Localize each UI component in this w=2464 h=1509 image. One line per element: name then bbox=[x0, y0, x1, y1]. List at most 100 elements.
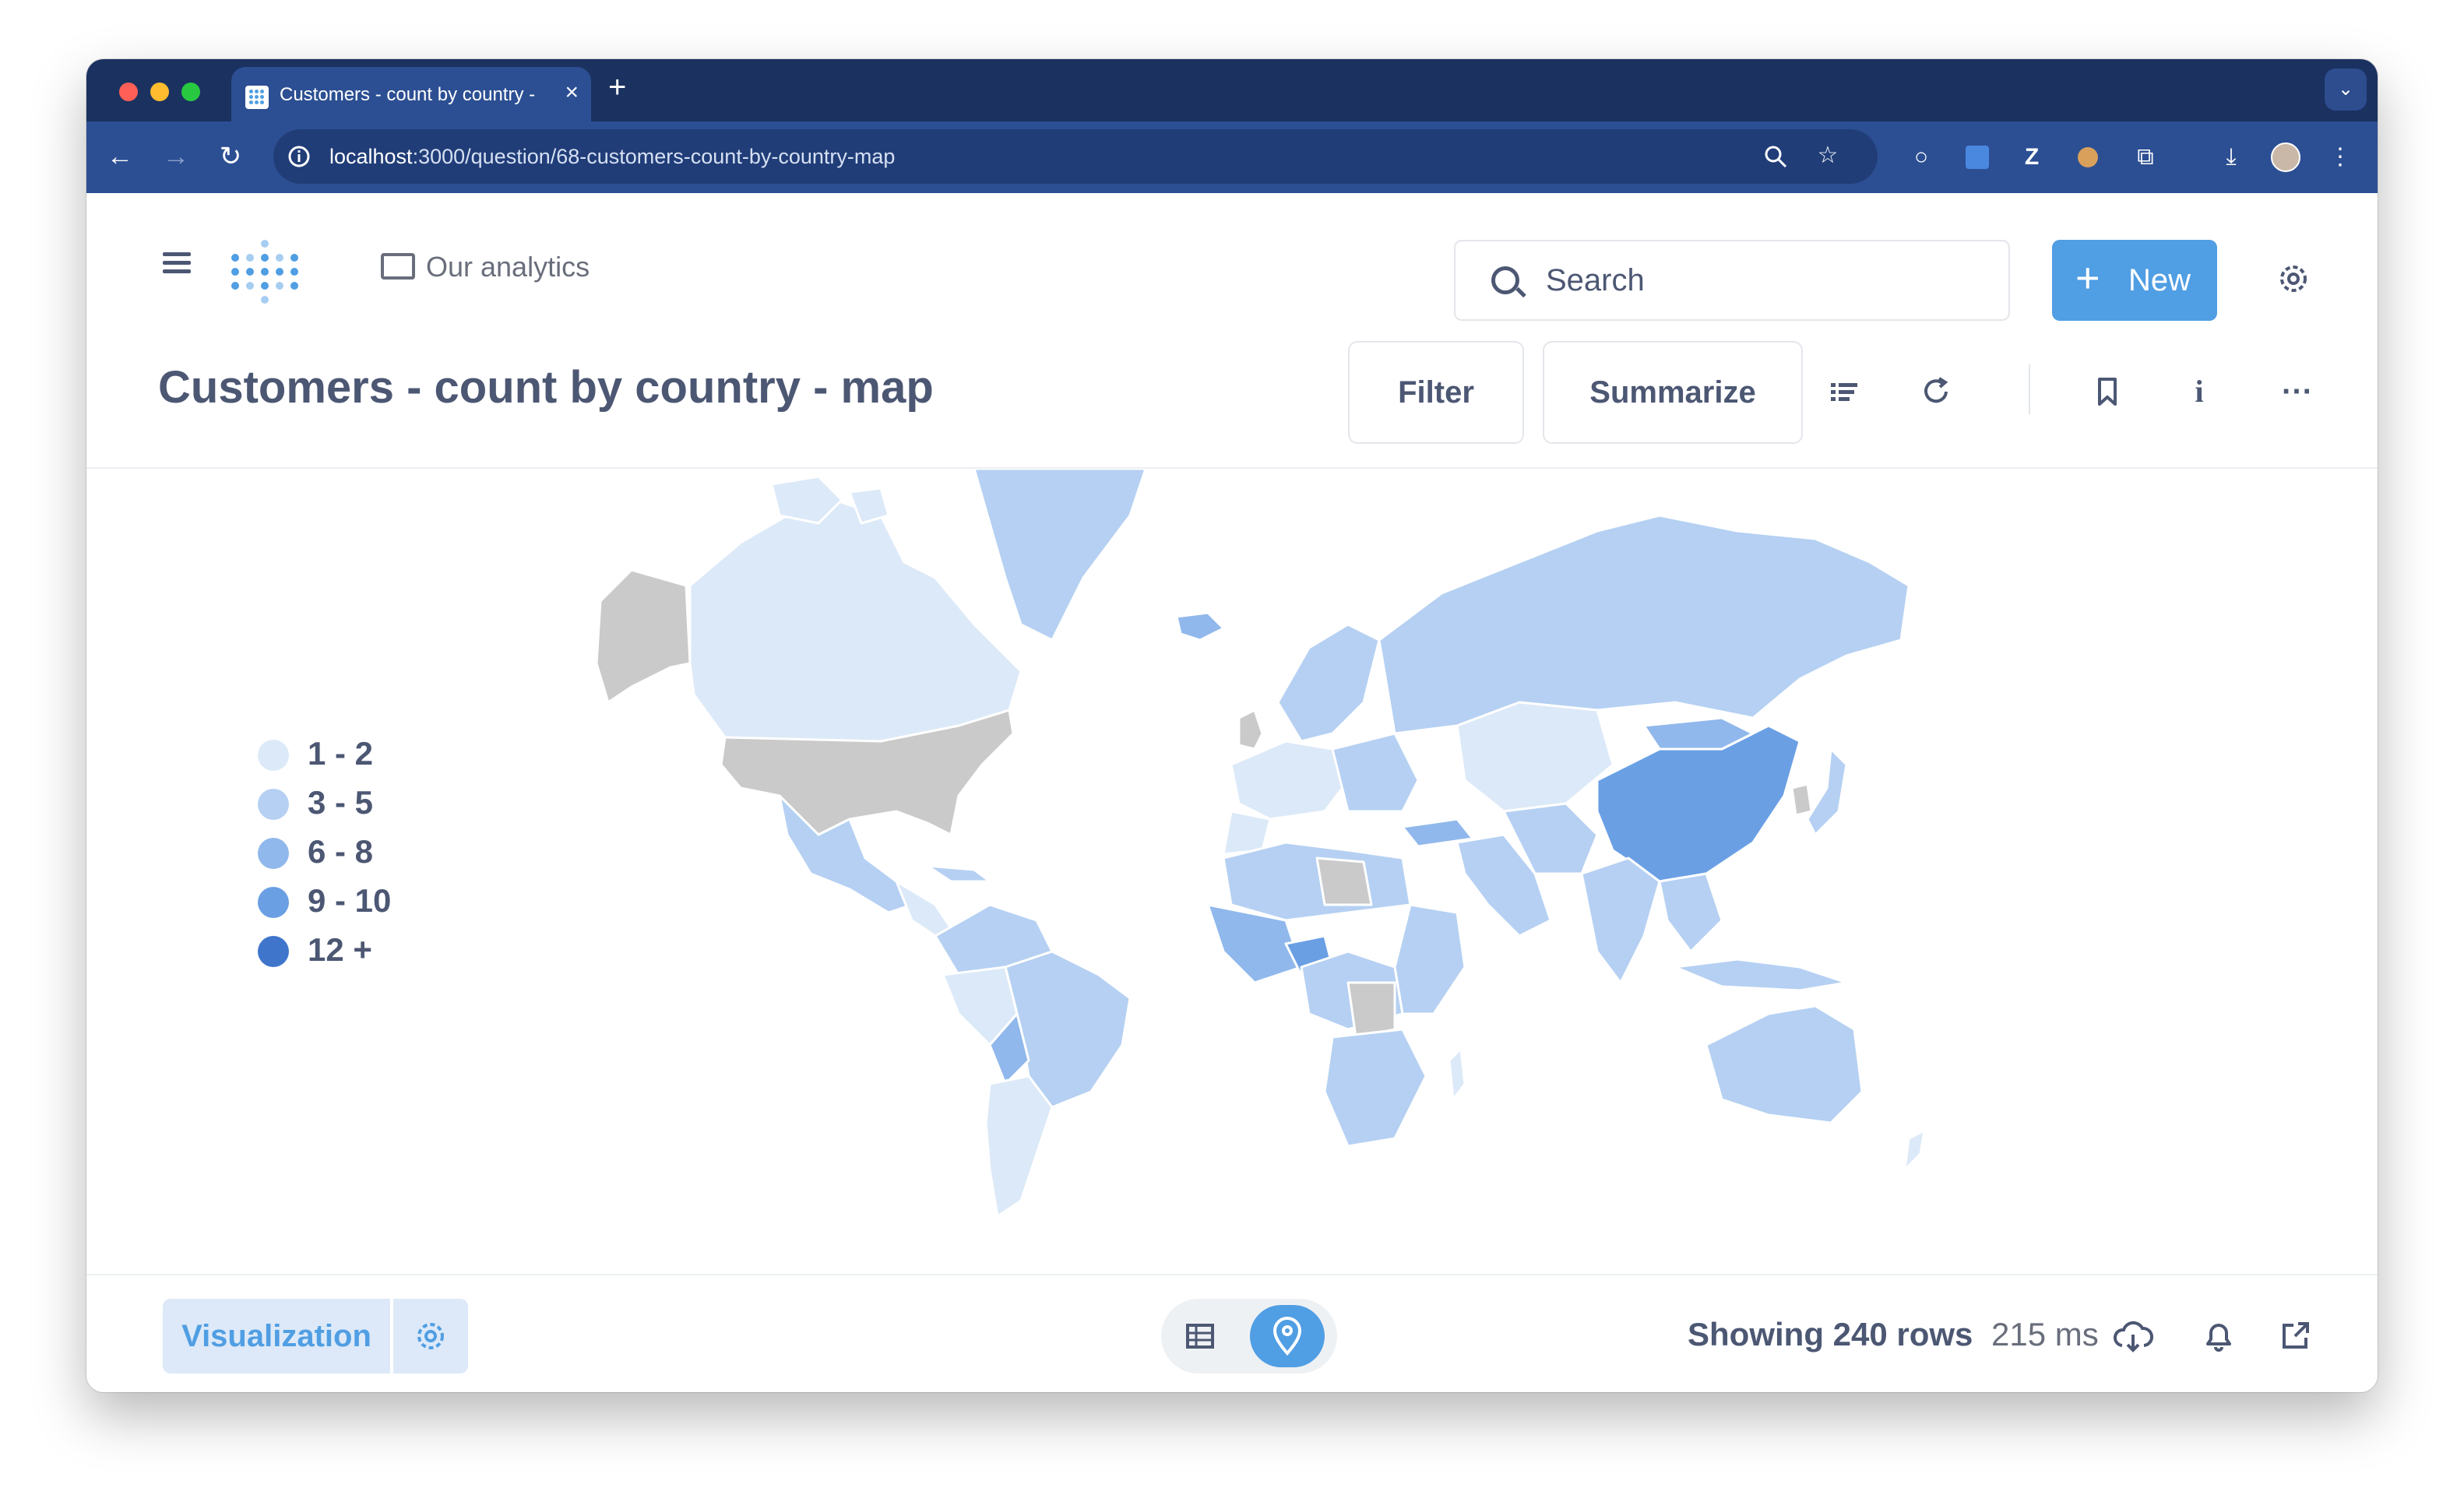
extensions-puzzle-icon[interactable]: ⧉ bbox=[2128, 140, 2163, 174]
info-icon[interactable]: i bbox=[2181, 374, 2217, 410]
region-western-europe[interactable] bbox=[1230, 740, 1350, 821]
new-button[interactable]: + New bbox=[2052, 240, 2217, 321]
site-info-icon[interactable] bbox=[287, 145, 311, 168]
region-libya[interactable] bbox=[1315, 857, 1373, 906]
visualization-settings-gear-icon bbox=[417, 1323, 444, 1349]
profile-avatar[interactable] bbox=[2269, 140, 2303, 174]
region-dr-congo[interactable] bbox=[1346, 981, 1396, 1039]
table-view-icon[interactable] bbox=[1183, 1319, 1217, 1353]
minimize-window-button[interactable] bbox=[150, 83, 169, 101]
region-indonesia[interactable] bbox=[1674, 958, 1848, 992]
extension-circle-icon[interactable]: ○ bbox=[1904, 140, 1938, 174]
legend-swatch bbox=[258, 789, 289, 820]
settings-gear-icon[interactable] bbox=[2276, 262, 2311, 296]
browser-toolbar: ← → ↻ localhost:3000/question/68-custome… bbox=[86, 121, 2378, 193]
region-alaska[interactable] bbox=[595, 568, 692, 704]
folder-icon bbox=[381, 253, 415, 280]
browser-tab-active[interactable]: Customers - count by country - map × bbox=[231, 67, 591, 121]
more-options-icon[interactable]: ··· bbox=[2279, 374, 2315, 410]
share-external-icon[interactable] bbox=[2273, 1314, 2317, 1358]
legend-swatch bbox=[258, 838, 289, 869]
search-icon bbox=[1491, 266, 1519, 294]
new-tab-button[interactable]: + bbox=[608, 70, 626, 105]
view-mode-toggle[interactable] bbox=[1161, 1299, 1337, 1374]
visualization-button[interactable]: Visualization bbox=[163, 1299, 390, 1374]
region-eastern-europe[interactable] bbox=[1331, 732, 1420, 813]
bookmark-icon[interactable] bbox=[2089, 374, 2125, 410]
close-window-button[interactable] bbox=[119, 83, 138, 101]
back-arrow-icon[interactable]: ← bbox=[102, 139, 138, 174]
legend-label: 12 + bbox=[308, 931, 372, 968]
forward-arrow-icon[interactable]: → bbox=[158, 139, 194, 174]
region-canada[interactable] bbox=[688, 498, 1023, 743]
search-label: Search bbox=[1546, 263, 1645, 297]
browser-window: Customers - count by country - map × + ⌄… bbox=[86, 59, 2378, 1392]
url-text[interactable]: localhost:3000/question/68-customers-cou… bbox=[329, 145, 895, 169]
region-southern-africa[interactable] bbox=[1323, 1028, 1427, 1148]
legend-label: 9 - 10 bbox=[308, 882, 392, 919]
region-india[interactable] bbox=[1580, 857, 1661, 984]
collection-name: Our analytics bbox=[426, 251, 590, 283]
row-count: Showing 240 rows bbox=[1688, 1316, 1973, 1352]
zotero-extension-icon[interactable]: Z bbox=[2015, 140, 2049, 174]
legend-label: 1 - 2 bbox=[308, 735, 374, 772]
region-southeast-asia[interactable] bbox=[1658, 872, 1723, 953]
collection-breadcrumb[interactable]: Our analytics bbox=[381, 251, 590, 283]
tab-title: Customers - count by country - map bbox=[280, 84, 537, 105]
download-results-icon[interactable] bbox=[2111, 1314, 2155, 1358]
tab-search-chevron-icon[interactable]: ⌄ bbox=[2325, 69, 2367, 111]
refresh-icon[interactable] bbox=[1918, 374, 1954, 410]
region-argentina-chile[interactable] bbox=[984, 1075, 1054, 1216]
region-madagascar[interactable] bbox=[1448, 1047, 1466, 1101]
region-iceland[interactable] bbox=[1175, 611, 1225, 642]
question-footer: Visualization Showing 240 rows 215 ms bbox=[86, 1274, 2378, 1392]
metabase-logo-icon[interactable] bbox=[231, 240, 298, 310]
zoom-window-button[interactable] bbox=[181, 83, 200, 101]
question-header: Customers - count by country - map Filte… bbox=[86, 333, 2378, 469]
plus-icon: + bbox=[2075, 255, 2100, 301]
app-header: Our analytics Search + New bbox=[86, 193, 2378, 333]
browser-tabstrip: Customers - count by country - map × + ⌄ bbox=[86, 59, 2378, 121]
question-title[interactable]: Customers - count by country - map bbox=[158, 361, 934, 413]
region-scandinavia[interactable] bbox=[1276, 623, 1381, 743]
new-button-label: New bbox=[2128, 263, 2191, 297]
bookmark-star-icon[interactable]: ☆ bbox=[1811, 139, 1845, 173]
legend-swatch bbox=[258, 740, 289, 771]
region-north-africa[interactable] bbox=[1222, 841, 1412, 922]
region-central-asia[interactable] bbox=[1456, 701, 1614, 813]
legend-swatch bbox=[258, 936, 289, 967]
cookie-extension-icon[interactable] bbox=[2071, 140, 2105, 174]
region-new-zealand[interactable] bbox=[1903, 1129, 1926, 1171]
summarize-button[interactable]: Summarize bbox=[1543, 341, 1803, 444]
zoom-icon[interactable] bbox=[1762, 143, 1789, 170]
alert-bell-icon[interactable] bbox=[2197, 1314, 2240, 1358]
region-greenland[interactable] bbox=[973, 469, 1147, 642]
map-pin-icon bbox=[1272, 1317, 1302, 1356]
search-bar[interactable]: Search bbox=[1454, 240, 2010, 321]
visualization-settings-button[interactable] bbox=[393, 1299, 468, 1374]
region-central-america[interactable] bbox=[895, 880, 952, 937]
region-caribbean[interactable] bbox=[926, 864, 991, 883]
tab-close-icon[interactable]: × bbox=[565, 79, 579, 106]
browser-menu-icon[interactable]: ⋮ bbox=[2323, 140, 2357, 174]
map-visualization: 1 - 2 3 - 5 6 - 8 9 - 10 12 + bbox=[86, 469, 2378, 1265]
world-choropleth-map[interactable] bbox=[585, 469, 1987, 1216]
address-bar[interactable]: localhost:3000/question/68-customers-cou… bbox=[273, 129, 1878, 184]
map-view-button[interactable] bbox=[1250, 1305, 1325, 1367]
region-uk[interactable] bbox=[1237, 709, 1264, 751]
download-icon[interactable]: ⤓ bbox=[2214, 140, 2248, 174]
query-duration: 215 ms bbox=[1991, 1316, 2099, 1352]
region-australia[interactable] bbox=[1705, 1004, 1864, 1124]
region-japan[interactable] bbox=[1806, 747, 1848, 836]
region-korea[interactable] bbox=[1790, 783, 1813, 817]
metabase-favicon-icon bbox=[245, 86, 269, 109]
region-russia[interactable] bbox=[1378, 514, 1910, 735]
legend-swatch bbox=[258, 887, 289, 918]
legend-label: 6 - 8 bbox=[308, 833, 374, 870]
region-east-africa[interactable] bbox=[1393, 903, 1466, 1015]
reload-icon[interactable]: ↻ bbox=[213, 139, 248, 174]
notebook-editor-icon[interactable] bbox=[1826, 374, 1862, 410]
translate-extension-icon[interactable] bbox=[1960, 140, 1994, 174]
filter-button[interactable]: Filter bbox=[1348, 341, 1524, 444]
sidebar-toggle-icon[interactable] bbox=[163, 252, 191, 274]
